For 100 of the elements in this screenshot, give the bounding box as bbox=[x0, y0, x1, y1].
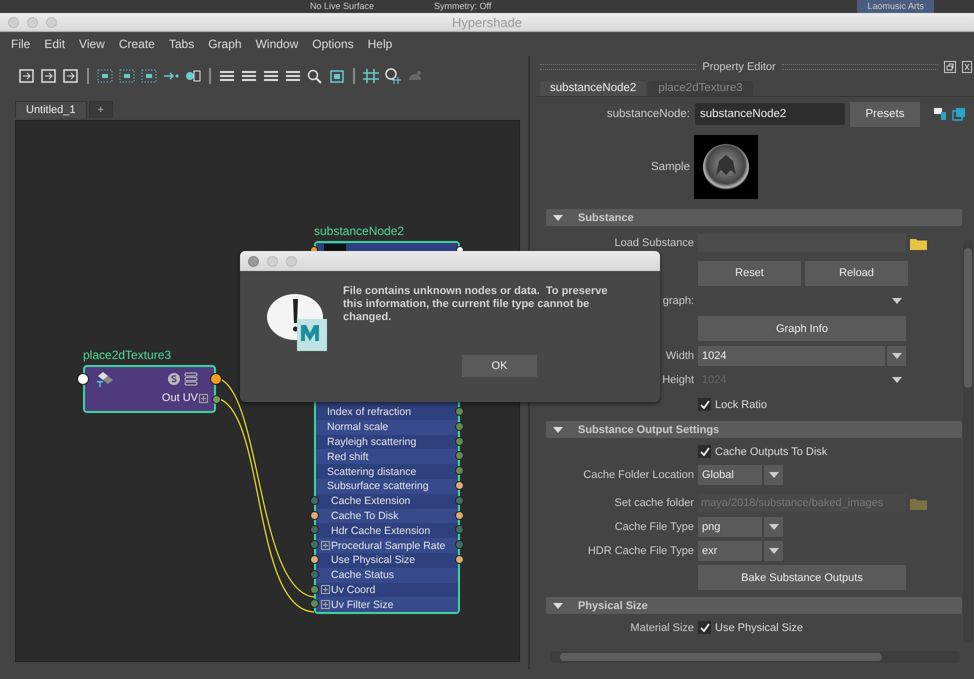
caret-icon bbox=[768, 548, 778, 554]
input-port[interactable] bbox=[310, 540, 319, 550]
grid-tag-icon[interactable] bbox=[384, 68, 402, 84]
add-tab-button[interactable]: + bbox=[88, 101, 113, 118]
disclosure-triangle-icon[interactable] bbox=[552, 426, 564, 434]
caret-icon bbox=[892, 353, 902, 359]
expand-icon[interactable] bbox=[199, 394, 208, 402]
panel-icon[interactable] bbox=[18, 68, 36, 84]
menu-item[interactable]: Edit bbox=[37, 37, 72, 51]
layout-icon[interactable] bbox=[284, 68, 302, 84]
copy-tab-icon[interactable] bbox=[952, 107, 966, 121]
disclosure-triangle-icon[interactable] bbox=[552, 214, 564, 222]
input-port[interactable] bbox=[310, 525, 319, 534]
menu-item[interactable]: Help bbox=[360, 37, 400, 51]
menu-item[interactable]: Options bbox=[305, 37, 361, 51]
close-icon[interactable] bbox=[962, 61, 972, 73]
user-badge[interactable]: Laomusic Arts bbox=[857, 0, 934, 13]
menu-item[interactable]: View bbox=[72, 37, 112, 51]
field-label: Material Size bbox=[630, 622, 694, 634]
attribute-row[interactable]: Rayleigh scattering bbox=[316, 434, 458, 450]
field-label: Set cache folder bbox=[614, 497, 694, 509]
texture-node[interactable]: Out UV bbox=[83, 365, 216, 413]
dotted-frame-icon[interactable] bbox=[118, 68, 136, 84]
section-title: Substance bbox=[578, 212, 634, 224]
input-port[interactable] bbox=[310, 496, 319, 505]
graph-tab[interactable]: Untitled_1 bbox=[15, 101, 87, 118]
section-header[interactable]: Substance Output Settings bbox=[546, 421, 962, 438]
editor-tab[interactable]: substanceNode2 bbox=[540, 81, 646, 96]
toolbar-label[interactable]: No Live Surface bbox=[310, 0, 374, 13]
layout-icon[interactable] bbox=[262, 68, 280, 84]
input-port[interactable] bbox=[310, 555, 319, 564]
input-port[interactable] bbox=[310, 599, 319, 608]
attribute-label: Uv Coord bbox=[331, 584, 376, 596]
close-button[interactable] bbox=[248, 256, 259, 266]
attribute-row[interactable]: Subsurface scattering bbox=[316, 478, 458, 494]
layout-icon[interactable] bbox=[240, 68, 258, 84]
square-icon[interactable] bbox=[328, 68, 346, 84]
ok-button[interactable]: OK bbox=[462, 355, 537, 377]
field-label: Cache Folder Location bbox=[583, 469, 694, 481]
toggle-icon[interactable] bbox=[933, 107, 947, 121]
caret-icon bbox=[892, 298, 902, 304]
checkbox-label: Use Physical Size bbox=[715, 622, 804, 634]
input-port[interactable] bbox=[310, 570, 319, 579]
restore-icon[interactable] bbox=[944, 61, 956, 73]
expand-icon[interactable] bbox=[321, 541, 330, 550]
node-icon[interactable] bbox=[184, 68, 202, 84]
menu-item[interactable]: Create bbox=[112, 37, 162, 51]
input-port[interactable] bbox=[310, 510, 319, 520]
menu-item[interactable]: Window bbox=[248, 37, 306, 51]
panel-icon[interactable] bbox=[40, 68, 58, 84]
toolbar-label[interactable]: Symmetry: Off bbox=[434, 0, 492, 13]
input-port[interactable] bbox=[77, 373, 89, 385]
node-title: substanceNode2 bbox=[314, 224, 404, 238]
action-button[interactable]: Reload bbox=[805, 260, 908, 286]
node-name-field[interactable]: substanceNode2 bbox=[695, 103, 845, 125]
attribute-label: Hdr Cache Extension bbox=[331, 524, 430, 537]
dotted-frame-icon[interactable] bbox=[140, 68, 158, 84]
action-button[interactable]: Graph Info bbox=[698, 316, 906, 341]
folder-icon[interactable] bbox=[910, 236, 927, 250]
menu-item[interactable]: Tabs bbox=[162, 37, 202, 51]
vertical-scrollbar[interactable] bbox=[963, 240, 973, 643]
attribute-label: Cache Extension bbox=[331, 495, 410, 508]
output-port[interactable] bbox=[210, 373, 222, 385]
attribute-row[interactable]: Red shift bbox=[316, 449, 458, 464]
warning-app-icon bbox=[267, 291, 329, 353]
dotted-frame-icon[interactable] bbox=[96, 68, 114, 84]
section-header[interactable]: Substance bbox=[546, 209, 962, 226]
menu-item[interactable]: Graph bbox=[201, 37, 249, 51]
checkbox[interactable] bbox=[698, 445, 711, 458]
presets-button[interactable]: Presets bbox=[850, 102, 920, 126]
section-title: Physical Size bbox=[578, 600, 648, 612]
section-header[interactable]: Physical Size bbox=[546, 597, 962, 614]
attribute-row[interactable]: Normal scale bbox=[316, 420, 458, 435]
search-icon[interactable] bbox=[306, 68, 324, 84]
action-button[interactable]: Reset bbox=[698, 260, 801, 286]
attribute-label: Index of refraction bbox=[326, 406, 412, 418]
checkbox-label: Cache Outputs To Disk bbox=[715, 446, 828, 458]
attribute-row[interactable]: Cache Status bbox=[316, 568, 458, 583]
scrollbar-thumb[interactable] bbox=[560, 653, 882, 661]
action-button[interactable]: Bake Substance Outputs bbox=[698, 565, 906, 590]
scrollbar-thumb[interactable] bbox=[964, 248, 972, 388]
grid-icon[interactable] bbox=[362, 68, 380, 84]
input-port[interactable] bbox=[310, 584, 319, 594]
field-label: Load Substance bbox=[614, 237, 694, 249]
menu-item[interactable]: File bbox=[4, 37, 38, 51]
disclosure-triangle-icon[interactable] bbox=[552, 602, 564, 610]
attribute-row[interactable]: Cache To Disk bbox=[316, 508, 458, 524]
checkbox[interactable] bbox=[698, 398, 711, 411]
attribute-label: Use Physical Size bbox=[331, 554, 416, 566]
caret-icon bbox=[892, 377, 902, 383]
panel-icon[interactable] bbox=[62, 68, 80, 84]
attribute-row[interactable]: Procedural Sample Rate bbox=[316, 538, 458, 553]
output-port[interactable] bbox=[455, 555, 464, 564]
checkbox[interactable] bbox=[698, 621, 711, 634]
horizontal-scrollbar[interactable] bbox=[550, 651, 960, 663]
output-port[interactable] bbox=[455, 481, 464, 490]
layout-icon[interactable] bbox=[218, 68, 236, 84]
swatch-toggle-icon[interactable] bbox=[168, 372, 198, 386]
attribute-row[interactable]: Uv Filter Size bbox=[316, 597, 458, 612]
checkbox-label: Lock Ratio bbox=[715, 398, 767, 410]
